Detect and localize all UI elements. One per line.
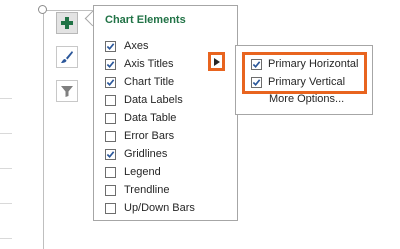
chart-element-label: Data Table — [124, 112, 177, 124]
checkmark-icon — [252, 78, 261, 86]
chart-element-label: Axis Titles — [124, 58, 174, 70]
checkmark-icon — [106, 78, 115, 86]
submenu-item-label: Primary Vertical — [268, 76, 346, 88]
chart-element-data-table[interactable]: Data Table — [105, 110, 176, 126]
chart-element-trendline[interactable]: Trendline — [105, 182, 169, 198]
chart-styles-button[interactable] — [56, 46, 78, 68]
filter-icon — [61, 86, 73, 97]
submenu-item-primary-horizontal[interactable]: Primary Horizontal — [251, 56, 358, 72]
chart-element-gridlines[interactable]: Gridlines — [105, 146, 167, 162]
chart-element-label: Gridlines — [124, 148, 168, 160]
axes-checkbox[interactable] — [105, 40, 116, 52]
chart-elements-panel: Chart Elements Axes Axis Titles Chart Ti… — [93, 5, 238, 221]
chart-filters-button[interactable] — [56, 80, 78, 102]
submenu-item-label: Primary Horizontal — [268, 58, 359, 70]
axis-titles-submenu-arrow[interactable] — [208, 52, 225, 71]
gridlines-checkbox[interactable] — [105, 148, 116, 160]
chart-element-label: Error Bars — [124, 130, 175, 142]
chart-element-label: Data Labels — [124, 94, 183, 106]
data-table-checkbox[interactable] — [105, 112, 116, 124]
submenu-item-primary-vertical[interactable]: Primary Vertical — [251, 74, 345, 90]
chart-gridline — [0, 238, 12, 239]
primary-horizontal-checkbox[interactable] — [251, 58, 262, 70]
chart-element-label: Up/Down Bars — [124, 202, 195, 214]
chart-element-error-bars[interactable]: Error Bars — [105, 128, 174, 144]
chart-element-up-down-bars[interactable]: Up/Down Bars — [105, 200, 195, 216]
chart-area-border — [43, 10, 44, 249]
error-bars-checkbox[interactable] — [105, 130, 116, 142]
legend-checkbox[interactable] — [105, 166, 116, 178]
chart-resize-handle[interactable] — [38, 5, 47, 14]
brush-icon — [61, 51, 73, 63]
chart-element-label: Chart Title — [124, 76, 175, 88]
axis-titles-checkbox[interactable] — [105, 58, 116, 70]
chart-element-legend[interactable]: Legend — [105, 164, 161, 180]
up-down-bars-checkbox[interactable] — [105, 202, 116, 214]
data-labels-checkbox[interactable] — [105, 94, 116, 106]
chart-element-data-labels[interactable]: Data Labels — [105, 92, 183, 108]
chevron-right-icon — [213, 57, 220, 66]
chart-elements-button[interactable] — [56, 12, 78, 34]
panel-title: Chart Elements — [105, 14, 186, 26]
chart-gridline — [0, 168, 12, 169]
chart-element-axis-titles[interactable]: Axis Titles — [105, 56, 174, 72]
checkmark-icon — [106, 42, 115, 50]
checkmark-icon — [106, 60, 115, 68]
trendline-checkbox[interactable] — [105, 184, 116, 196]
chart-title-checkbox[interactable] — [105, 76, 116, 88]
plus-icon — [61, 17, 73, 29]
chart-gridline — [0, 98, 12, 99]
more-options-link[interactable]: More Options... — [269, 93, 344, 105]
chart-element-label: Trendline — [124, 184, 170, 196]
chart-element-label: Axes — [124, 40, 149, 52]
chart-gridline — [0, 133, 12, 134]
checkmark-icon — [106, 150, 115, 158]
checkmark-icon — [252, 60, 261, 68]
chart-element-axes[interactable]: Axes — [105, 38, 148, 54]
primary-vertical-checkbox[interactable] — [251, 76, 262, 88]
chart-gridline — [0, 203, 12, 204]
chart-element-chart-title[interactable]: Chart Title — [105, 74, 174, 90]
chart-element-label: Legend — [124, 166, 161, 178]
